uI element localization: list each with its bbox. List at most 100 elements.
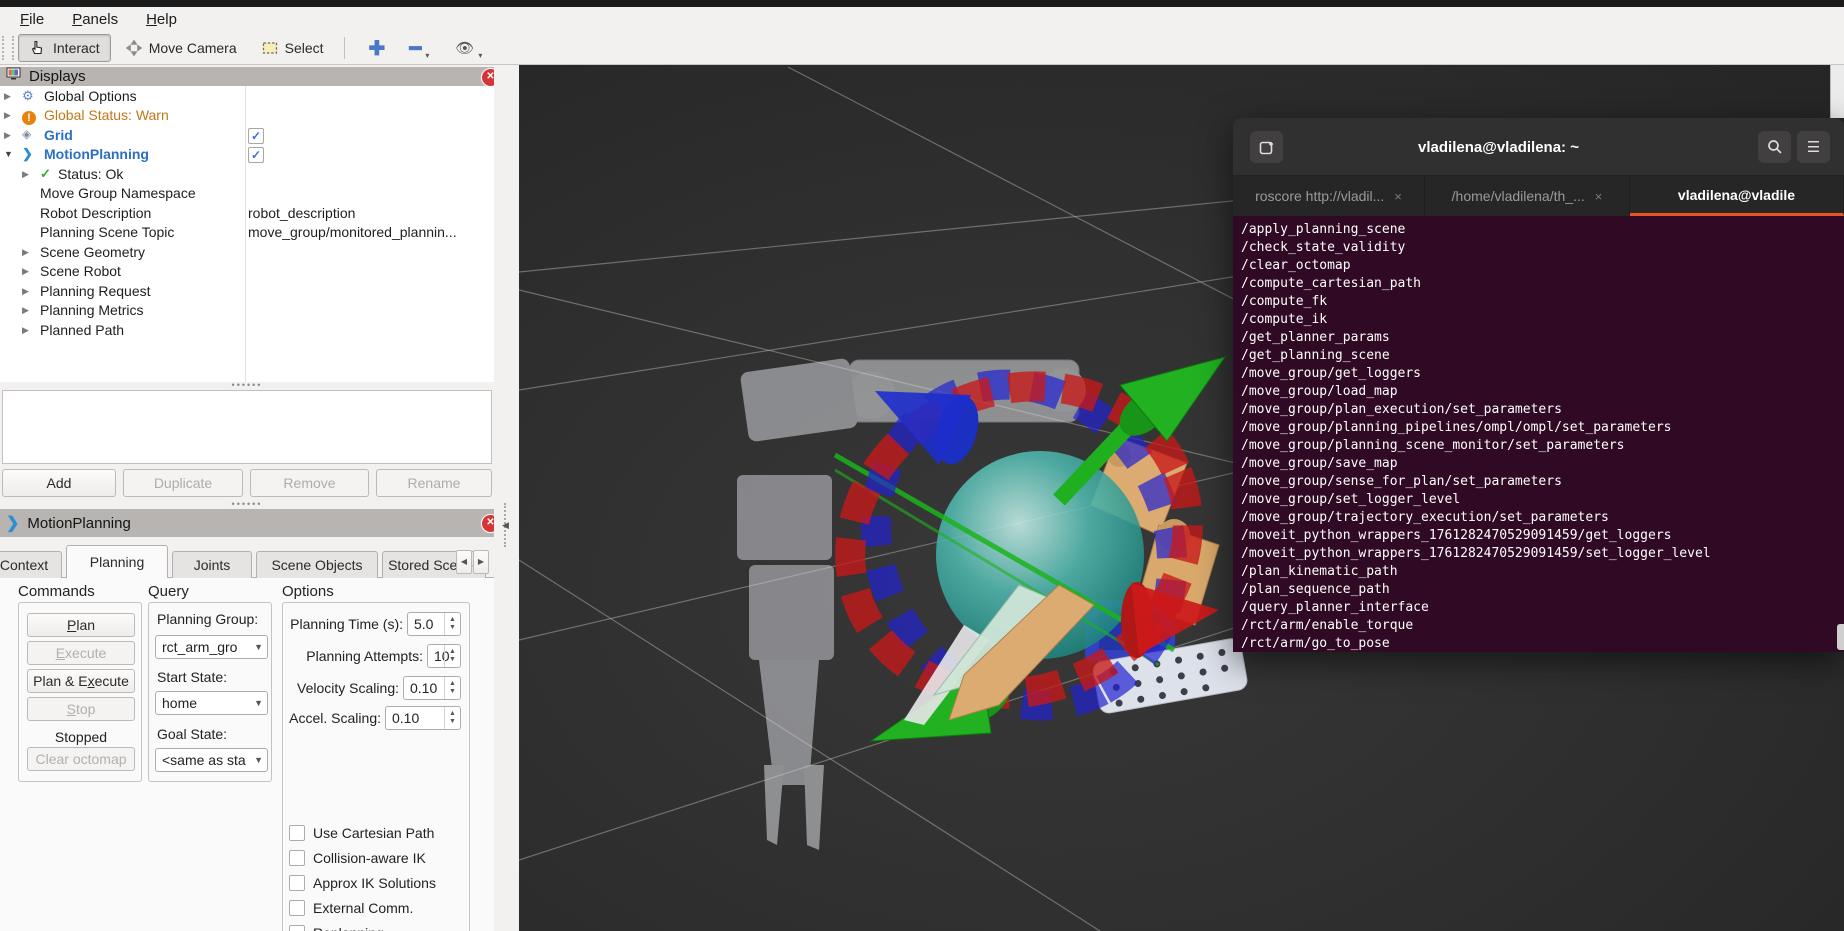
tree-row-motionplanning[interactable]: ▼ ❯ MotionPlanning ✓ <box>0 146 494 165</box>
spinner-arrows-icon[interactable]: ▲▼ <box>444 707 460 729</box>
tree-row-scene-robot[interactable]: ▶ Scene Robot <box>0 263 494 282</box>
tab-joints[interactable]: Joints <box>172 551 252 578</box>
menu-file[interactable]: File <box>8 9 56 30</box>
rename-display-button[interactable]: Rename <box>376 469 492 497</box>
motionplanning-splitter-handle[interactable]: •••••• <box>0 501 494 509</box>
remove-display-button[interactable]: Remove <box>250 469 369 497</box>
right-dock-scrollbar[interactable] <box>1830 65 1844 118</box>
terminal-output[interactable]: /apply_planning_scene /check_state_valid… <box>1233 216 1844 652</box>
collapse-left-icon[interactable]: ◀ <box>502 520 509 531</box>
tree-row-planning-request[interactable]: ▶ Planning Request <box>0 283 494 302</box>
checkbox-icon[interactable] <box>289 850 305 866</box>
toolbar-drag-handle[interactable] <box>2 36 14 60</box>
tree-row-scene-geometry[interactable]: ▶ Scene Geometry <box>0 244 494 263</box>
chevron-right-icon[interactable]: ▶ <box>22 325 29 336</box>
tab-scroll-left-icon[interactable]: ◀ <box>456 550 472 574</box>
grid-icon: ◈ <box>22 127 31 141</box>
visibility-tool-button[interactable]: 👁▾ <box>445 35 494 61</box>
move-arrows-icon <box>125 39 143 57</box>
checkbox-icon[interactable] <box>289 900 305 916</box>
select-tool-button[interactable]: Select <box>251 35 334 61</box>
chevron-right-icon[interactable]: ▶ <box>22 169 29 180</box>
approx-ik-solutions-option[interactable]: Approx IK Solutions <box>289 873 436 893</box>
stop-button[interactable]: Stop <box>27 697 135 721</box>
clear-octomap-button[interactable]: Clear octomap <box>27 747 135 771</box>
chevron-down-icon: ▼ <box>254 692 263 714</box>
goal-state-select[interactable]: <same as sta▼ <box>155 748 268 772</box>
tree-row-planning-metrics[interactable]: ▶ Planning Metrics <box>0 302 494 321</box>
terminal-tab-home[interactable]: /home/vladilena/th_... × <box>1425 176 1630 216</box>
plan-and-execute-button[interactable]: Plan & Execute <box>27 669 135 693</box>
tree-row-planned-path[interactable]: ▶ Planned Path <box>0 322 494 341</box>
chevron-right-icon[interactable]: ▶ <box>22 305 29 316</box>
plan-button[interactable]: Plan <box>27 613 135 637</box>
planning-time-spinner[interactable]: 5.0▲▼ <box>407 612 461 636</box>
motionplanning-enabled-checkbox[interactable]: ✓ <box>248 147 264 163</box>
grid-enabled-checkbox[interactable]: ✓ <box>248 128 264 144</box>
tree-row-status-ok[interactable]: ▶ ✓ Status: Ok <box>0 166 494 185</box>
use-cartesian-path-option[interactable]: Use Cartesian Path <box>289 823 434 843</box>
checkbox-icon[interactable] <box>289 825 305 841</box>
terminal-tab-active[interactable]: vladilena@vladile <box>1630 176 1844 216</box>
chevron-right-icon[interactable]: ▶ <box>22 266 29 277</box>
spinner-arrows-icon[interactable]: ▲▼ <box>444 677 460 699</box>
planning-group-select[interactable]: rct_arm_gro▼ <box>155 635 268 659</box>
tab-scroll-right-icon[interactable]: ▶ <box>473 550 489 574</box>
tree-row-global-status[interactable]: ▶ ! Global Status: Warn <box>0 107 494 126</box>
menu-help[interactable]: Help <box>134 9 189 30</box>
chevron-right-icon[interactable]: ▶ <box>22 286 29 297</box>
tree-row-robot-description[interactable]: Robot Description robot_description <box>0 205 494 224</box>
move-camera-tool-button[interactable]: Move Camera <box>115 35 247 61</box>
motionplanning-panel-header[interactable]: ❯ MotionPlanning ✕ <box>0 509 506 537</box>
zoom-out-tool-button[interactable]: ━▾ <box>399 32 441 65</box>
execute-button[interactable]: Execute <box>27 641 135 665</box>
goal-state-value: <same as sta <box>162 752 246 768</box>
planning-time-row: Planning Time (s): 5.0▲▼ <box>289 611 461 637</box>
external-comm-option[interactable]: External Comm. <box>289 898 413 918</box>
tab-planning[interactable]: Planning <box>66 545 168 578</box>
terminal-window[interactable]: vladilena@vladilena: ~ ☰ roscore http://… <box>1233 118 1844 652</box>
moveit-icon: ❯ <box>6 513 19 533</box>
hamburger-menu-icon[interactable]: ☰ <box>1797 131 1830 163</box>
terminal-tabbar: roscore http://vladil... × /home/vladile… <box>1233 176 1844 216</box>
tree-row-grid[interactable]: ▶ ◈ Grid ✓ <box>0 127 494 146</box>
replanning-option[interactable]: Replanning <box>289 923 384 931</box>
tree-row-planning-scene-topic[interactable]: Planning Scene Topic move_group/monitore… <box>0 224 494 243</box>
chevron-down-icon[interactable]: ▼ <box>4 149 13 159</box>
checkbox-icon[interactable] <box>289 875 305 891</box>
chevron-right-icon[interactable]: ▶ <box>4 110 11 121</box>
search-icon[interactable] <box>1758 131 1791 163</box>
duplicate-display-button[interactable]: Duplicate <box>123 469 243 497</box>
collision-aware-ik-option[interactable]: Collision-aware IK <box>289 848 426 868</box>
tree-row-global-options[interactable]: ▶ ⚙ Global Options <box>0 88 494 107</box>
menu-panels[interactable]: Panels <box>60 9 130 30</box>
displays-tree[interactable]: ▶ ⚙ Global Options ▶ ! Global Status: Wa… <box>0 86 494 382</box>
tree-value[interactable]: move_group/monitored_plannin... <box>248 224 457 240</box>
terminal-header-bar[interactable]: vladilena@vladilena: ~ ☰ <box>1233 118 1844 176</box>
displays-splitter-handle[interactable]: •••••• <box>0 382 494 390</box>
chevron-right-icon[interactable]: ▶ <box>4 130 11 141</box>
tree-label: Scene Geometry <box>40 244 145 260</box>
velocity-scaling-spinner[interactable]: 0.10▲▼ <box>403 676 461 700</box>
displays-panel-header[interactable]: Displays ✕ <box>0 67 506 86</box>
close-icon[interactable]: × <box>1394 189 1402 204</box>
spinner-arrows-icon[interactable]: ▲▼ <box>444 645 460 667</box>
start-state-select[interactable]: home▼ <box>155 691 268 715</box>
terminal-scrollbar-thumb[interactable] <box>1837 624 1844 650</box>
checkbox-icon[interactable] <box>289 925 305 931</box>
chevron-right-icon[interactable]: ▶ <box>4 91 11 102</box>
add-display-button[interactable]: Add <box>2 469 116 497</box>
accel-scaling-spinner[interactable]: 0.10▲▼ <box>385 706 461 730</box>
dock-resize-handle[interactable]: ◀ <box>494 65 519 931</box>
tree-value[interactable]: robot_description <box>248 205 355 221</box>
close-icon[interactable]: × <box>1595 189 1603 204</box>
interact-tool-button[interactable]: Interact <box>18 34 111 62</box>
zoom-in-tool-button[interactable]: ✚ <box>359 32 396 65</box>
spinner-arrows-icon[interactable]: ▲▼ <box>444 613 460 635</box>
terminal-tab-roscore[interactable]: roscore http://vladil... × <box>1233 176 1425 216</box>
tab-context[interactable]: Context <box>0 551 62 578</box>
planning-attempts-spinner[interactable]: 10▲▼ <box>427 644 461 668</box>
tab-scene-objects[interactable]: Scene Objects <box>256 551 378 578</box>
tree-row-move-group-namespace[interactable]: Move Group Namespace <box>0 185 494 204</box>
chevron-right-icon[interactable]: ▶ <box>22 247 29 258</box>
